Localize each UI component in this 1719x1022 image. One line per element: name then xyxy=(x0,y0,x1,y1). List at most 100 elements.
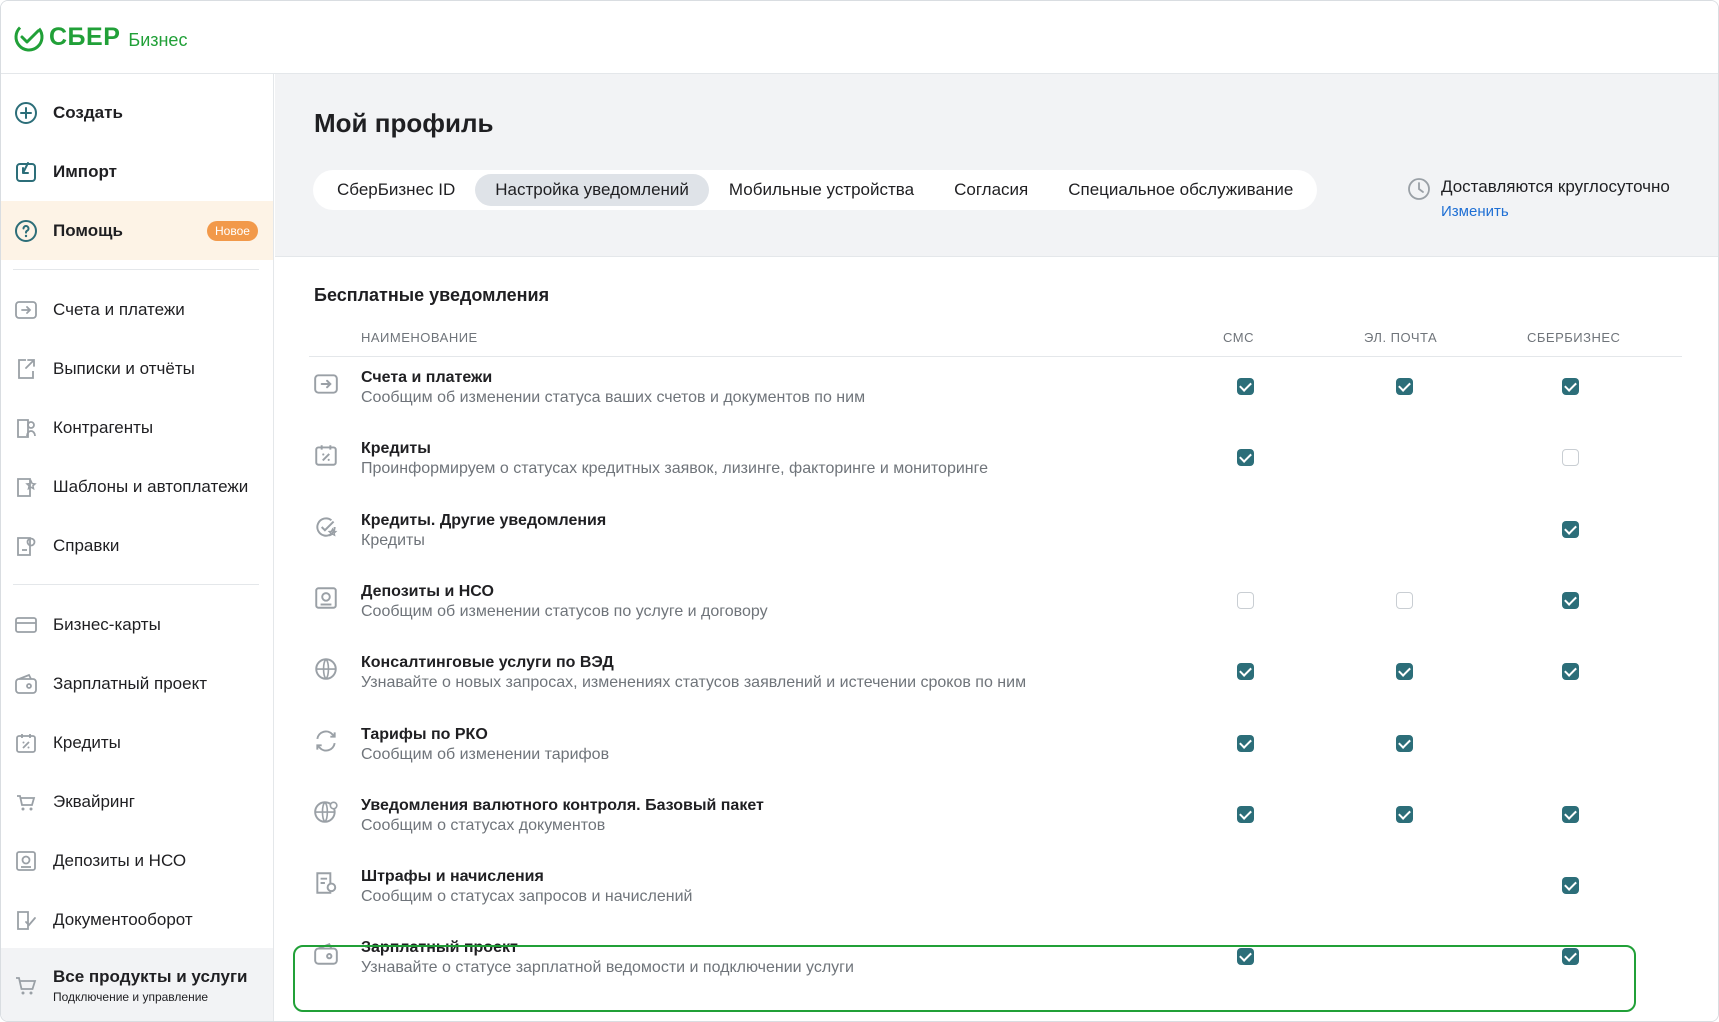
delivery-text: Доставляются круглосуточно xyxy=(1441,177,1670,196)
logo-subtext: Бизнес xyxy=(128,29,188,50)
sidebar-item-deposits[interactable]: Депозиты и НСО xyxy=(1,831,273,890)
tab-mobile-devices[interactable]: Мобильные устройства xyxy=(709,174,934,206)
sidebar-item-help[interactable]: Помощь Новое xyxy=(1,201,273,260)
table-row: Тарифы по РКО Сообщим об изменении тарифо… xyxy=(309,714,1682,785)
sberbusiness-checkbox[interactable] xyxy=(1562,591,1579,609)
sidebar-item-templates[interactable]: Шаблоны и автоплатежи xyxy=(1,457,273,516)
notifications-panel: Бесплатные уведомления НАИМЕНОВАНИЕ СМС … xyxy=(275,258,1718,1021)
deposit-icon xyxy=(315,587,337,609)
all-products-button[interactable]: Все продукты и услуги Подключение и упра… xyxy=(1,948,273,1021)
row-title: Штрафы и начисления xyxy=(361,868,544,886)
email-checkbox[interactable] xyxy=(1396,378,1413,395)
sberbusiness-checkbox[interactable] xyxy=(1562,663,1579,681)
sms-checkbox[interactable] xyxy=(1237,663,1254,681)
sidebar-item-import[interactable]: Импорт xyxy=(1,142,273,201)
email-checkbox[interactable] xyxy=(1396,734,1413,752)
sidebar-item-statements[interactable]: Выписки и отчёты xyxy=(1,339,273,398)
sidebar-item-credits[interactable]: Кредиты xyxy=(1,713,273,772)
cart-icon xyxy=(13,973,39,999)
sidebar-item-documents[interactable]: Документооборот xyxy=(1,890,273,949)
sberbusiness-checkbox[interactable] xyxy=(1562,520,1579,538)
table-row: Депозиты и НСО Сообщим об изменении стату… xyxy=(309,571,1682,642)
email-checkbox[interactable] xyxy=(1396,805,1413,823)
profile-header: Мой профиль СберБизнес ID Настройка увед… xyxy=(275,74,1718,257)
row-subtitle: Проинформируем о статусах кредитных заяв… xyxy=(361,460,988,478)
tab-consents[interactable]: Согласия xyxy=(934,174,1048,206)
sidebar-divider xyxy=(13,269,259,270)
column-header-email: ЭЛ. ПОЧТА xyxy=(1364,330,1438,345)
sberbusiness-checkbox[interactable] xyxy=(1562,877,1579,895)
sidebar-item-label: Зарплатный проект xyxy=(53,673,207,693)
sms-checkbox[interactable] xyxy=(1237,591,1254,609)
sidebar-item-salary-project[interactable]: Зарплатный проект xyxy=(1,654,273,713)
sidebar-item-label: Кредиты xyxy=(53,732,121,752)
tab-notification-settings[interactable]: Настройка уведомлений xyxy=(475,174,709,206)
table-row: Счета и платежи Сообщим об изменении стат… xyxy=(309,357,1682,428)
row-subtitle: Кредиты xyxy=(361,531,425,549)
row-title: Зарплатный проект xyxy=(361,939,518,957)
sidebar-item-label: Помощь xyxy=(53,220,123,240)
sms-checkbox[interactable] xyxy=(1237,948,1254,966)
sidebar-item-contractors[interactable]: Контрагенты xyxy=(1,398,273,457)
tabs: СберБизнес ID Настройка уведомлений Моби… xyxy=(313,170,1318,210)
logo-text: СБЕР xyxy=(49,22,121,51)
row-title: Уведомления валютного контроля. Базовый … xyxy=(361,796,764,814)
row-title: Консалтинговые услуги по ВЭД xyxy=(361,654,614,672)
all-products-subtitle: Подключение и управление xyxy=(53,990,209,1004)
help-icon xyxy=(13,218,39,244)
top-bar: СБЕР Бизнес xyxy=(1,1,1718,74)
column-header-sberbusiness: СБЕРБИЗНЕС xyxy=(1527,330,1621,345)
fines-icon xyxy=(316,872,337,894)
table-row: Уведомления валютного контроля. Базовый … xyxy=(309,785,1682,856)
sms-checkbox[interactable] xyxy=(1237,805,1254,823)
logo[interactable]: СБЕР Бизнес xyxy=(13,21,187,53)
sidebar-item-payments[interactable]: Счета и платежи xyxy=(1,280,273,339)
sidebar-item-certificates[interactable]: Справки xyxy=(1,516,273,575)
sberbusiness-checkbox[interactable] xyxy=(1562,378,1579,395)
templates-icon xyxy=(13,474,39,500)
row-title: Счета и платежи xyxy=(361,369,493,386)
sidebar-item-label: Импорт xyxy=(53,161,117,181)
credit-icon xyxy=(315,445,337,467)
wallet-icon xyxy=(13,671,39,697)
sms-checkbox[interactable] xyxy=(1237,378,1254,395)
tab-special-service[interactable]: Специальное обслуживание xyxy=(1048,174,1313,206)
sms-checkbox[interactable] xyxy=(1237,449,1254,467)
row-subtitle: Сообщим об изменении статуса ваших счето… xyxy=(361,389,866,406)
payments-icon xyxy=(13,297,39,323)
new-badge: Новое xyxy=(207,221,258,241)
all-products-text: Все продукты и услуги Подключение и упра… xyxy=(53,967,247,1004)
row-subtitle: Сообщим о статусах запросов и начислений xyxy=(361,888,693,906)
change-delivery-link[interactable]: Изменить xyxy=(1441,203,1670,220)
sberbusiness-checkbox[interactable] xyxy=(1562,948,1579,966)
row-subtitle: Сообщим об изменении тарифов xyxy=(361,745,610,763)
documents-icon xyxy=(13,907,39,933)
sberbusiness-checkbox[interactable] xyxy=(1562,805,1579,823)
sms-checkbox[interactable] xyxy=(1237,734,1254,752)
delivery-info: Доставляются круглосуточно Изменить xyxy=(1407,177,1670,220)
table-row: Зарплатный проект Узнавайте о статусе зар… xyxy=(309,927,1682,998)
plus-circle-icon xyxy=(13,100,39,126)
sidebar-item-business-cards[interactable]: Бизнес-карты xyxy=(1,595,273,654)
sidebar-item-label: Документооборот xyxy=(53,909,193,929)
sberbusiness-checkbox[interactable] xyxy=(1562,449,1579,467)
email-checkbox[interactable] xyxy=(1396,591,1413,609)
currency-globe-icon xyxy=(314,801,338,823)
payments-icon xyxy=(314,374,338,394)
contractors-icon xyxy=(13,415,39,441)
table-header: НАИМЕНОВАНИЕ СМС ЭЛ. ПОЧТА СБЕРБИЗНЕС xyxy=(309,318,1682,357)
tab-sberbusiness-id[interactable]: СберБизнес ID xyxy=(317,174,475,206)
sidebar-item-label: Бизнес-карты xyxy=(53,614,161,634)
email-checkbox[interactable] xyxy=(1396,663,1413,681)
table-row: Кредиты. Другие уведомления Кредиты xyxy=(309,500,1682,571)
row-title: Тарифы по РКО xyxy=(361,725,488,743)
sidebar-item-create[interactable]: Создать xyxy=(1,83,273,142)
row-title: Депозиты и НСО xyxy=(361,582,494,600)
section-title: Бесплатные уведомления xyxy=(314,285,550,305)
column-header-name: НАИМЕНОВАНИЕ xyxy=(361,330,478,345)
credit-other-icon xyxy=(316,517,338,537)
sidebar-item-acquiring[interactable]: Эквайринг xyxy=(1,772,273,831)
statements-icon xyxy=(13,356,39,382)
wallet-icon xyxy=(314,943,338,966)
acquiring-icon xyxy=(13,789,39,815)
